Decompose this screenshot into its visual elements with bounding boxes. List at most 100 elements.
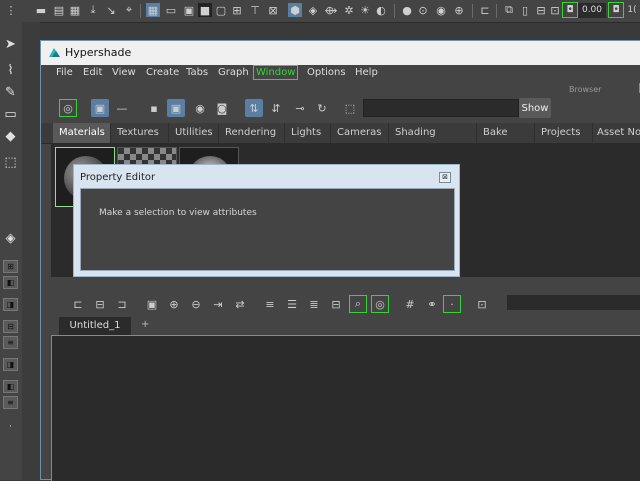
snapshot-icon[interactable]: ⊡	[473, 295, 491, 313]
xl-swatch-icon[interactable]: ◙	[213, 99, 231, 117]
tab-materials[interactable]: Materials	[53, 123, 111, 143]
frame-all-icon[interactable]: ▣	[143, 295, 161, 313]
open-scene-icon[interactable]: ▤	[52, 3, 66, 17]
sel-mask-icon[interactable]: ⊕	[452, 3, 466, 17]
history-icon[interactable]: ⊤	[248, 3, 262, 17]
output-connections-icon[interactable]: ⊐	[113, 295, 131, 313]
highlight-bracket-icon[interactable]: ◘	[608, 2, 624, 18]
view-plane-snap-icon[interactable]: ▢	[214, 3, 228, 17]
custom-mode-icon[interactable]: ⊟	[327, 295, 345, 313]
select-tool-icon[interactable]: ➤	[2, 36, 19, 53]
node-graph-area[interactable]	[51, 335, 640, 481]
tab-asset-nodes[interactable]: Asset No	[593, 123, 640, 143]
panel-divider[interactable]	[51, 277, 640, 291]
tab-lights[interactable]: Lights	[285, 123, 331, 143]
medium-swatch-icon[interactable]: ▣	[167, 99, 185, 117]
menu-file[interactable]: File	[56, 67, 73, 78]
layout-four-icon[interactable]: ⊞	[3, 260, 18, 273]
align-icon[interactable]: ⇥	[209, 295, 227, 313]
remove-node-icon[interactable]: ⊖	[187, 295, 205, 313]
layout-side-icon[interactable]: ◨	[3, 298, 18, 311]
new-scene-icon[interactable]: ▬	[34, 3, 48, 17]
menu-edit[interactable]: Edit	[83, 67, 102, 78]
tab-textures[interactable]: Textures	[111, 123, 169, 143]
layout-icon[interactable]: ⇄	[231, 295, 249, 313]
full-mode-icon[interactable]: ≣	[305, 295, 323, 313]
sort-type-icon[interactable]: ⇵	[267, 99, 285, 117]
add-node-icon[interactable]: ⊕	[165, 295, 183, 313]
graph-materials-icon[interactable]: ◎	[59, 99, 77, 117]
channel-icon[interactable]: ⊡	[548, 3, 562, 17]
layout-outliner-icon[interactable]: ◨	[3, 358, 18, 371]
light-icon[interactable]: ☀	[358, 3, 372, 17]
graph-search-input[interactable]	[507, 295, 640, 310]
surface-snap-icon[interactable]: ■	[198, 3, 212, 17]
refresh-icon[interactable]: ↻	[313, 99, 331, 117]
tab-rendering[interactable]: Rendering	[219, 123, 285, 143]
target-icon[interactable]: ◉	[434, 3, 448, 17]
panel-layout-icon[interactable]: ⧉	[502, 3, 516, 17]
menu-window[interactable]: Window	[253, 65, 299, 80]
menu-view[interactable]: View	[112, 67, 136, 78]
lasso-tool-icon[interactable]: ⌇	[2, 62, 19, 79]
render-frame-icon[interactable]: ◈	[306, 3, 320, 17]
browser-search-input[interactable]	[363, 99, 519, 117]
render-settings-icon[interactable]: ✲	[342, 3, 356, 17]
grid-snap-icon[interactable]: ▦	[146, 3, 160, 17]
layout-persp-icon[interactable]: ◧	[3, 380, 18, 393]
filter-icon[interactable]: ⬚	[341, 99, 359, 117]
search-icon[interactable]: ⌕	[349, 295, 367, 313]
menu-graph[interactable]: Graph	[218, 67, 249, 78]
menu-create[interactable]: Create	[146, 67, 179, 78]
hypershade-icon[interactable]: ◐	[374, 3, 388, 17]
paint-tool-icon[interactable]: ✎	[2, 84, 19, 101]
tab-bake-sets[interactable]: Bake Sets	[477, 123, 535, 158]
outliner-icon[interactable]: ⊟	[534, 3, 548, 17]
menu-help[interactable]: Help	[355, 67, 378, 78]
property-editor-title[interactable]: Property Editor	[80, 172, 155, 183]
show-button[interactable]: Show	[519, 98, 551, 118]
tab-utilities[interactable]: Utilities	[169, 123, 219, 143]
sort-name-icon[interactable]: ⇅	[245, 99, 263, 117]
browser-view-icon[interactable]: ▣	[91, 99, 109, 117]
tab-shading-groups[interactable]: Shading Groups	[389, 123, 477, 158]
scale-tool-icon[interactable]: ⬚	[2, 154, 19, 171]
value-field[interactable]: 0.00	[578, 3, 606, 18]
menu-toggle-icon[interactable]: ⋮	[4, 3, 18, 17]
select-object-icon[interactable]: ↘	[104, 3, 118, 17]
menu-tabs[interactable]: Tabs	[186, 67, 208, 78]
layout-single-icon[interactable]: ◈	[2, 230, 19, 247]
tab-cameras[interactable]: Cameras	[331, 123, 389, 143]
move-tool-icon[interactable]: ▭	[2, 106, 19, 123]
input-output-icon[interactable]: ⊟	[91, 295, 109, 313]
select-hierarchy-icon[interactable]: ⤓	[86, 3, 100, 17]
camera-icon[interactable]: ▯	[518, 3, 532, 17]
save-scene-icon[interactable]: ▦	[68, 3, 82, 17]
construction-history-icon[interactable]: ⊠	[266, 3, 280, 17]
large-swatch-icon[interactable]: ◉	[191, 99, 209, 117]
grid-toggle-icon[interactable]: #	[401, 295, 419, 313]
layout-stack-icon[interactable]: ⊟	[3, 320, 18, 333]
sort-time-icon[interactable]: ⊸	[291, 99, 309, 117]
layout-render-icon[interactable]: ≡	[3, 396, 18, 409]
ipr-render-icon[interactable]: ⟴	[324, 3, 338, 17]
input-icon[interactable]: ⊏	[478, 3, 492, 17]
small-swatch-icon[interactable]: ▪	[145, 99, 163, 117]
select-component-icon[interactable]: ⌖	[122, 3, 136, 17]
hypershade-titlebar[interactable]: Hypershade	[41, 41, 640, 65]
connected-mode-icon[interactable]: ☰	[283, 295, 301, 313]
rotate-tool-icon[interactable]: ◆	[2, 128, 19, 145]
render-view-icon[interactable]: ⬢	[288, 3, 302, 17]
highlight-icon[interactable]: ·	[443, 295, 461, 313]
collapse-icon[interactable]: —	[113, 99, 131, 117]
layout-two-icon[interactable]: ◧	[3, 276, 18, 289]
layout-graph-icon[interactable]: ≡	[3, 336, 18, 349]
tab-untitled-1[interactable]: Untitled_1	[59, 317, 131, 335]
input-connections-icon[interactable]: ⊏	[69, 295, 87, 313]
live-surface-icon[interactable]: ⊞	[230, 3, 244, 17]
close-icon[interactable]: ⊠	[439, 172, 451, 183]
more-tools-icon[interactable]: ·	[2, 418, 19, 435]
highlight-bracket-icon[interactable]: ◘	[562, 2, 578, 18]
add-tab-button[interactable]: +	[141, 319, 149, 330]
graph-settings-icon[interactable]: ◎	[371, 295, 389, 313]
